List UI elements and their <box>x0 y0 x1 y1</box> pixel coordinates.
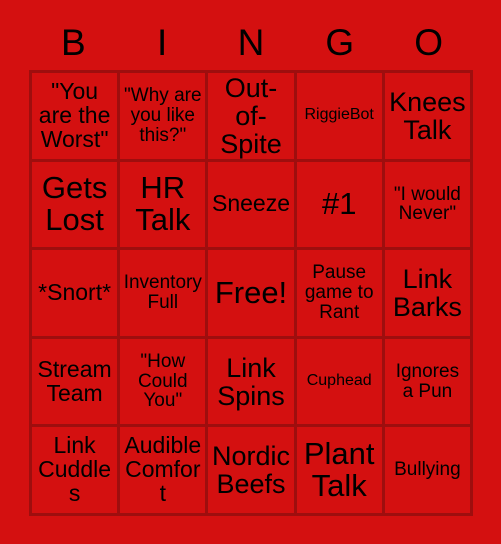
bingo-cell[interactable]: Sneeze <box>208 161 294 248</box>
bingo-cell-label: Audible Comfort <box>124 432 202 507</box>
bingo-cell-label: "Why are you like this?" <box>124 85 202 146</box>
bingo-cell[interactable]: Knees Talk <box>384 73 470 159</box>
bingo-cell-label: Cuphead <box>306 372 372 390</box>
bingo-cell-label: Link Spins <box>217 352 285 411</box>
bingo-cell[interactable]: Stream Team <box>32 338 118 425</box>
bingo-cell[interactable]: Nordic Beefs <box>208 427 294 513</box>
bingo-cell-label: #1 <box>321 186 357 222</box>
bingo-cell-label: Stream Team <box>37 355 112 406</box>
bingo-grid: "You are the Worst" "Why are you like thi… <box>29 70 473 516</box>
bingo-cell-label: Gets Lost <box>41 170 108 238</box>
bingo-cell-label: Knees Talk <box>389 86 466 145</box>
bingo-cell-label: Bullying <box>394 459 461 481</box>
bingo-header-letter-b: B <box>61 21 86 63</box>
bingo-header-letter-o: O <box>414 21 443 63</box>
bingo-cell[interactable]: Plant Talk <box>296 427 382 513</box>
bingo-header-letter-i: I <box>157 21 168 63</box>
bingo-cell[interactable]: "I would Never" <box>384 161 470 248</box>
bingo-card: B I N G O "You are the Worst" "Why are yo… <box>0 0 501 544</box>
bingo-cell-label: Nordic Beefs <box>211 441 290 500</box>
bingo-cell-label: Link Barks <box>392 263 462 322</box>
bingo-cell-label: Inventory Full <box>123 272 202 313</box>
bingo-cell[interactable]: Out-of-Spite <box>208 73 294 159</box>
bingo-cell[interactable]: Cuphead <box>296 338 382 425</box>
bingo-cell[interactable]: Audible Comfort <box>120 427 206 513</box>
bingo-cell-label: Free! <box>214 274 288 310</box>
bingo-cell[interactable]: "You are the Worst" <box>32 73 118 159</box>
bingo-cell-label: *Snort* <box>38 279 112 306</box>
bingo-cell-label: Pause game to Rant <box>304 262 374 323</box>
bingo-header-letter-g: G <box>325 21 355 63</box>
bingo-cell[interactable]: Ignores a Pun <box>384 338 470 425</box>
bingo-cell[interactable]: Gets Lost <box>32 161 118 248</box>
bingo-cell-label: "I would Never" <box>393 183 461 225</box>
bingo-cell[interactable]: *Snort* <box>32 250 118 336</box>
bingo-cell-label: Out-of-Spite <box>220 73 282 159</box>
bingo-cell-label: Ignores a Pun <box>395 360 460 402</box>
bingo-cell[interactable]: "How Could You" <box>120 338 206 425</box>
bingo-cell-label: Link Cuddles <box>38 432 112 507</box>
bingo-cell[interactable]: Link Barks <box>384 250 470 336</box>
bingo-cell-label: "You are the Worst" <box>38 77 111 152</box>
bingo-cell[interactable]: RiggieBot <box>296 73 382 159</box>
bingo-cell[interactable]: "Why are you like this?" <box>120 73 206 159</box>
bingo-cell[interactable]: #1 <box>296 161 382 248</box>
bingo-cell-label: "How Could You" <box>137 350 188 412</box>
bingo-cell[interactable]: Link Spins <box>208 338 294 425</box>
bingo-cell-label: Sneeze <box>211 190 290 217</box>
bingo-cell-label: Plant Talk <box>303 435 375 504</box>
bingo-header: B I N G O <box>29 14 473 70</box>
bingo-cell[interactable]: Pause game to Rant <box>296 250 382 336</box>
bingo-cell[interactable]: Link Cuddles <box>32 427 118 513</box>
bingo-cell[interactable]: Bullying <box>384 427 470 513</box>
bingo-cell-label: RiggieBot <box>304 106 374 124</box>
bingo-cell[interactable]: HR Talk <box>120 161 206 248</box>
bingo-header-letter-n: N <box>237 21 265 63</box>
bingo-cell-label: HR Talk <box>135 170 191 238</box>
bingo-cell-free[interactable]: Free! <box>208 250 294 336</box>
bingo-cell[interactable]: Inventory Full <box>120 250 206 336</box>
